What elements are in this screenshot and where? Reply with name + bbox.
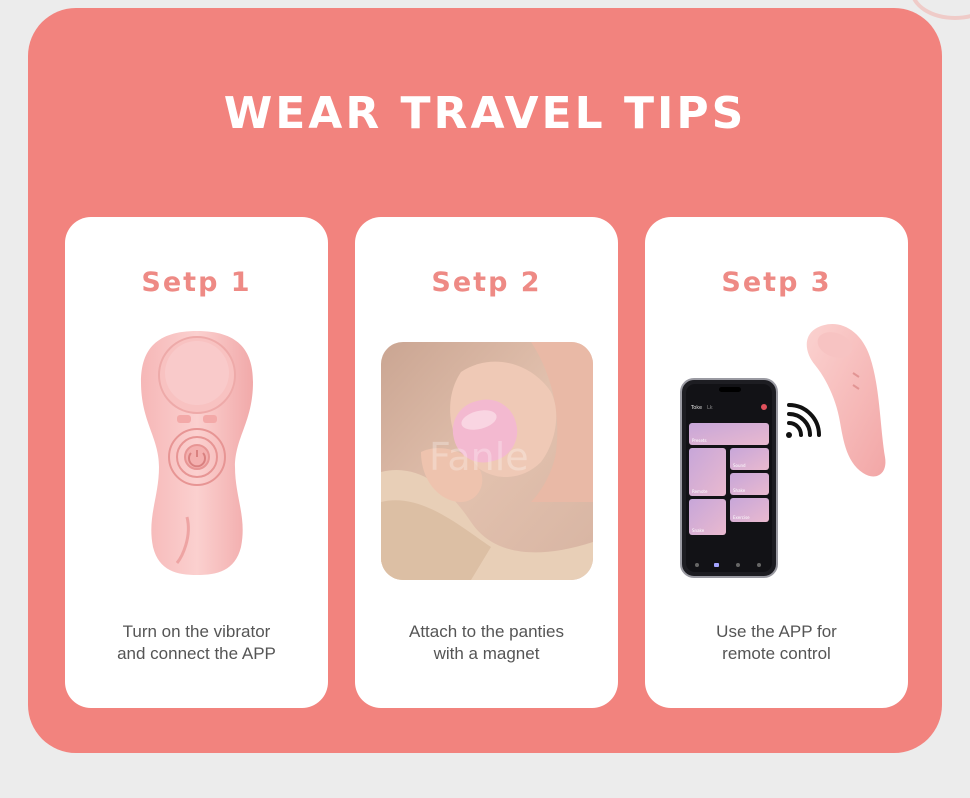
page-title: WEAR TRAVEL TIPS <box>223 88 747 139</box>
step-card-1: Setp 1 Turn on the vibrator and connect … <box>65 217 328 708</box>
step-title: Setp 3 <box>721 267 832 298</box>
wifi-icon <box>786 403 821 438</box>
phone: Toke Lk Presets Remote Sound Shake Snake… <box>680 378 778 578</box>
svg-text:Shake: Shake <box>733 488 746 493</box>
hand-photo: Fanle <box>381 342 593 580</box>
svg-text:Remote: Remote <box>692 489 708 494</box>
svg-text:Toke: Toke <box>690 405 702 411</box>
step-caption: Turn on the vibrator and connect the APP <box>117 622 276 663</box>
photo-watermark: Fanle <box>429 435 529 479</box>
step-caption: Attach to the panties with a magnet <box>409 622 564 663</box>
svg-text:Snake: Snake <box>692 528 705 533</box>
vibrator-image <box>141 331 253 575</box>
svg-text:Lk: Lk <box>707 405 713 411</box>
step-title: Setp 2 <box>431 267 542 298</box>
step-card-2: Setp 2 Fanle Attach to the panties with … <box>355 217 618 708</box>
phone-app-image: Toke Lk Presets Remote Sound Shake Snake… <box>680 324 886 578</box>
svg-text:Exercise: Exercise <box>733 515 750 520</box>
panty-vibrator <box>806 324 886 477</box>
step-title: Setp 1 <box>141 267 252 298</box>
step-caption: Use the APP for remote control <box>716 622 837 663</box>
svg-text:Sound: Sound <box>733 463 746 468</box>
step-card-3: Setp 3 Toke Lk Presets Remote Sound Shak… <box>645 217 908 708</box>
svg-text:Presets: Presets <box>692 438 707 443</box>
